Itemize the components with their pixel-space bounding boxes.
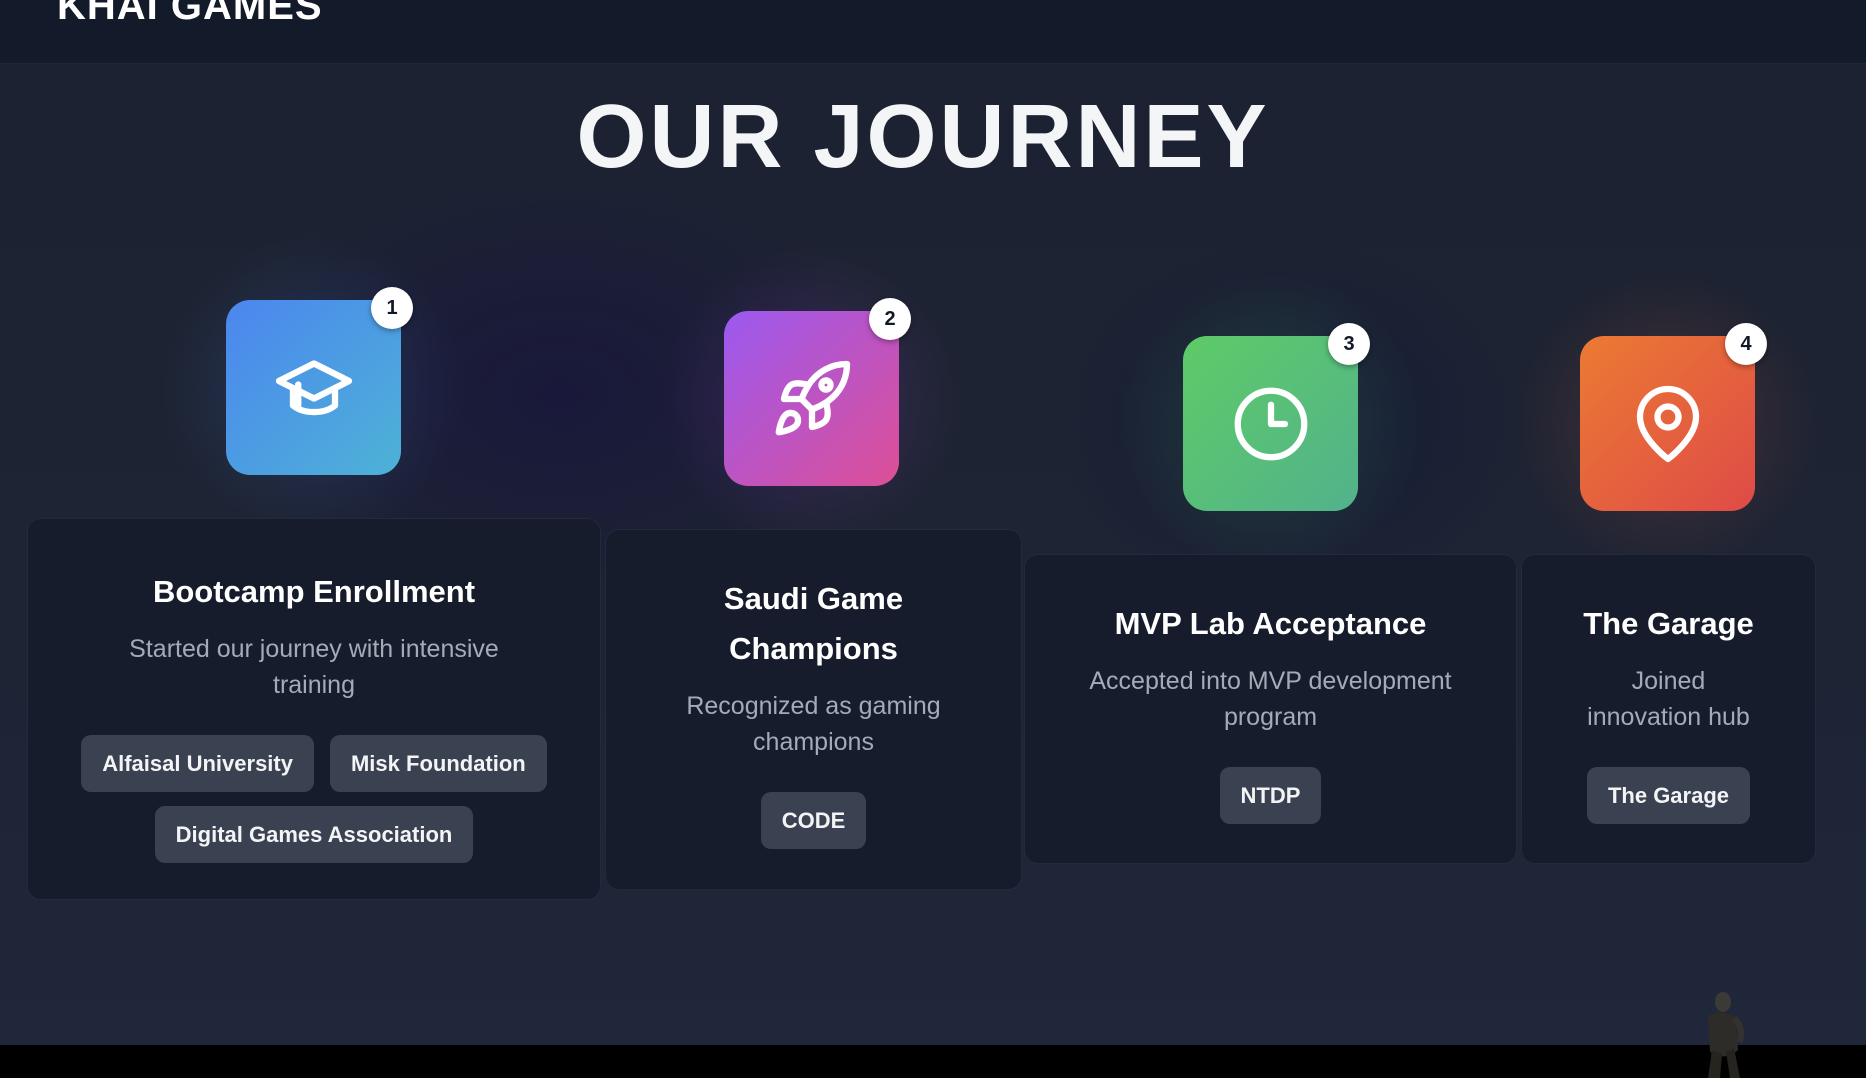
tag-ntdp[interactable]: NTDP (1219, 767, 1322, 824)
tag-the-garage[interactable]: The Garage (1586, 767, 1751, 824)
milestone-2-tags: CODE (606, 792, 1021, 849)
milestone-1-tags: Alfaisal University Misk Foundation Digi… (28, 735, 600, 863)
milestone-3-title: MVP Lab Acceptance (1114, 606, 1427, 641)
clock-icon (1234, 387, 1307, 460)
milestone-1-description: Started our journey with intensive train… (129, 635, 499, 699)
rocket-icon (775, 360, 850, 435)
milestone-2-title: Saudi Game Champions (723, 581, 904, 666)
milestone-card-mvp-lab: MVP Lab Acceptance Accepted into MVP dev… (1024, 554, 1517, 864)
milestone-1-title: Bootcamp Enrollment (152, 574, 476, 609)
milestone-2-description: Recognized as gaming champions (686, 692, 941, 756)
milestone-4-step-badge: 4 (1725, 323, 1767, 365)
milestone-3-icon-tile (1183, 336, 1358, 511)
milestone-4-icon-tile (1580, 336, 1755, 511)
milestone-card-saudi-game-champions: Saudi Game Champions Recognized as gamin… (605, 529, 1022, 890)
graduation-cap-icon (275, 359, 352, 415)
map-pin-icon (1636, 385, 1699, 462)
milestone-1-step-badge: 1 (371, 287, 413, 329)
character-figure-icon (1708, 992, 1745, 1078)
milestone-card-the-garage: The Garage Joined innovation hub The Gar… (1521, 554, 1816, 864)
tag-code[interactable]: CODE (760, 792, 867, 849)
tag-digital-games-association[interactable]: Digital Games Association (154, 806, 474, 863)
milestone-3-tags: NTDP (1025, 767, 1516, 824)
milestone-2-icon-tile (724, 311, 899, 486)
milestone-4-tags: The Garage (1522, 767, 1815, 824)
brand-logo-text[interactable]: KHAI GAMES (57, 0, 323, 29)
tag-alfaisal-university[interactable]: Alfaisal University (81, 735, 314, 792)
milestone-3-step-badge: 3 (1328, 323, 1370, 365)
milestone-card-bootcamp: Bootcamp Enrollment Started our journey … (27, 518, 601, 900)
milestone-4-title: The Garage (1583, 606, 1754, 641)
milestone-2-step-badge: 2 (869, 298, 911, 340)
milestone-4-description: Joined innovation hub (1587, 667, 1750, 731)
page-title: OUR JOURNEY (576, 87, 1270, 187)
tag-misk-foundation[interactable]: Misk Foundation (329, 735, 547, 792)
milestone-1-icon-tile (226, 300, 401, 475)
top-navbar: KHAI GAMES (0, 0, 1866, 64)
milestone-3-description: Accepted into MVP development program (1089, 667, 1452, 731)
footer-strip (0, 1045, 1866, 1078)
